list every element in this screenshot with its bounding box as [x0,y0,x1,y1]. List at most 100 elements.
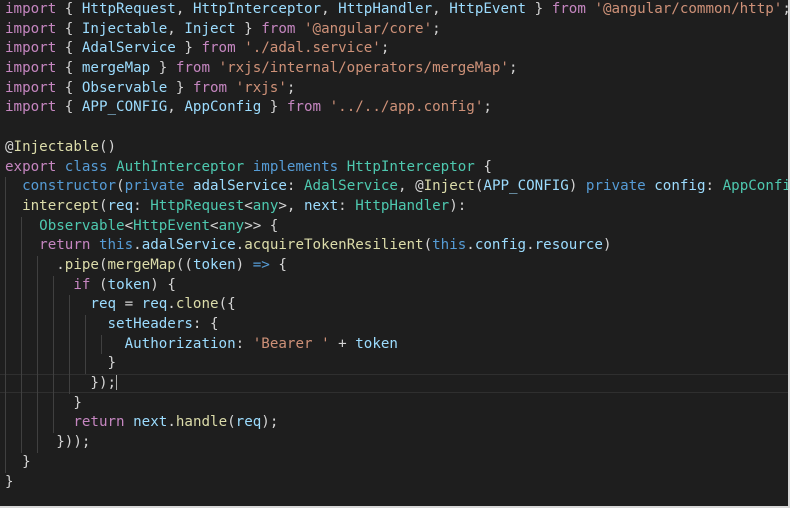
indent-guide [69,334,70,355]
indent-guide [21,393,22,414]
code-token-plain: + [329,335,356,352]
indent-guide [21,216,22,237]
code-line[interactable]: } [5,473,788,493]
indent-guide [53,413,54,434]
code-line[interactable]: if (token) { [5,275,788,296]
code-token-variable: HttpRequest [81,1,176,17]
code-token-plain: ( [98,197,108,214]
indent-guide [53,275,54,296]
code-token-type: any [218,217,245,234]
code-token-plain: { [56,20,82,37]
code-token-plain: : [338,197,356,214]
code-token-variable: token [192,256,236,273]
code-line[interactable]: })); [5,433,788,453]
indent-guide [53,354,54,375]
code-line[interactable]: .pipe(mergeMap((token) => { [5,255,788,276]
code-line[interactable]: } [5,354,788,375]
indent-guide [37,374,38,394]
code-token-plain: { [56,79,82,96]
code-token-plain: }); [90,375,117,392]
indent-guide [101,334,102,355]
code-line[interactable]: import { AdalService } from './adal.serv… [5,39,788,59]
indent-guide [37,433,38,453]
code-token-keyword: from [286,99,322,116]
code-line[interactable]: } [5,452,788,473]
indent-guide [5,196,6,217]
code-token-plain: ) [568,178,586,195]
code-token-plain: ): [449,197,467,214]
indent-guide [69,354,70,375]
indent-guide [21,255,22,276]
code-token-plain: . [56,256,65,273]
code-line[interactable]: } [5,393,788,414]
code-token-variable: Inject [184,20,236,37]
indent-guide [53,334,54,355]
code-token-plain: < [244,197,253,214]
code-line[interactable]: setHeaders: { [5,315,788,335]
code-token-plain: : [286,178,305,195]
code-line[interactable]: import { Injectable, Inject } from '@ang… [5,20,788,40]
code-line[interactable]: return this.adalService.acquireTokenResi… [5,236,788,256]
indent-guide [5,393,6,414]
code-area[interactable]: import { HttpRequest, HttpInterceptor, H… [0,0,788,493]
code-token-keyword: if [73,276,91,293]
code-token-plain: { [56,99,82,116]
code-token-variable: next [304,197,339,214]
code-line[interactable]: }); [0,374,788,394]
code-line[interactable]: import { Observable } from 'rxjs'; [5,79,788,99]
code-token-plain: ) [235,256,253,273]
indent-guide [5,413,6,434]
code-token-plain: >, [278,197,304,214]
indent-guide [37,295,38,315]
code-token-variable: token [355,335,398,352]
code-token-plain: >> { [244,217,279,234]
code-token-variable: HttpInterceptor [192,1,322,17]
indent-guide [5,255,6,276]
code-line[interactable]: export class AuthInterceptor implements … [5,158,788,178]
indent-guide [5,433,6,453]
code-line[interactable]: constructor(private adalService: AdalSer… [5,177,788,197]
code-token-variable: config [654,178,706,195]
code-editor[interactable]: import { HttpRequest, HttpInterceptor, H… [0,0,790,508]
code-token-plain: , [432,1,450,17]
code-line[interactable]: import { APP_CONFIG, AppConfig } from '.… [5,98,788,118]
code-line[interactable]: Authorization: 'Bearer ' + token [5,334,788,355]
code-line[interactable]: import { mergeMap } from 'rxjs/internal/… [5,59,788,79]
code-line[interactable]: intercept(req: HttpRequest<any>, next: H… [5,196,788,217]
code-token-keyword: export [5,158,57,175]
code-token-keyword: from [261,20,296,37]
code-token-plain: , [167,99,185,116]
code-token-variable: resource [534,237,603,254]
code-line[interactable]: import { HttpRequest, HttpInterceptor, H… [5,0,788,20]
code-token-type: Observable [39,217,125,234]
code-token-variable: mergeMap [81,60,151,77]
indent-guide [37,354,38,375]
code-token-type: HttpRequest [150,197,245,214]
code-token-variable: Injectable [81,20,168,37]
code-line[interactable]: return next.handle(req); [5,413,788,434]
code-token-plain: ( [423,237,433,254]
code-line[interactable]: Observable<HttpEvent<any>> { [5,216,788,237]
code-token-variable: req [107,197,134,214]
code-line[interactable]: @Injectable() [5,138,788,158]
indent-guide [37,393,38,414]
code-token-plain: () [98,138,117,155]
code-line[interactable] [5,118,788,138]
indent-guide [5,236,6,256]
code-line[interactable]: req = req.clone({ [5,295,788,315]
code-token-plain: } [526,1,552,17]
